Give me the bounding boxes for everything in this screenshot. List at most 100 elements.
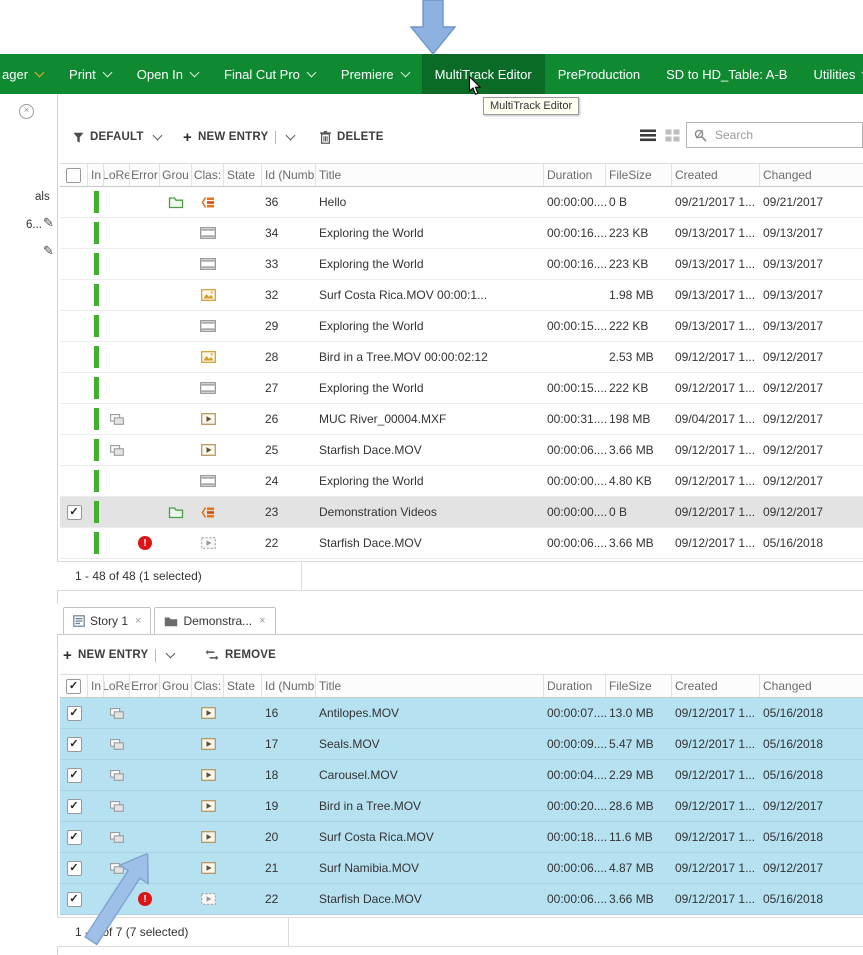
- table-row[interactable]: !22Starfish Dace.MOV00:00:06....3.66 MB0…: [60, 528, 863, 559]
- column-header-changed[interactable]: Changed: [760, 164, 863, 186]
- row-checkbox[interactable]: [60, 822, 88, 852]
- table-row[interactable]: 32Surf Costa Rica.MOV 00:00:1...1.98 MB0…: [60, 280, 863, 311]
- pen-icon[interactable]: ✎: [43, 243, 54, 259]
- row-checkbox[interactable]: [60, 249, 88, 279]
- menu-item-utilities[interactable]: Utilities: [800, 54, 863, 94]
- table-row[interactable]: 23Demonstration Videos00:00:00....0 B09/…: [60, 497, 863, 528]
- menu-item-multitrack-editor[interactable]: MultiTrack Editor: [422, 54, 545, 94]
- column-header-clas[interactable]: Clas:: [192, 675, 224, 697]
- checkbox-checked[interactable]: [67, 799, 82, 814]
- column-header-error[interactable]: Error: [130, 675, 160, 697]
- column-header-title[interactable]: Title: [316, 675, 544, 697]
- column-header-created[interactable]: Created: [672, 675, 760, 697]
- column-header-error[interactable]: Error: [130, 164, 160, 186]
- column-header-grou[interactable]: Grou: [160, 164, 192, 186]
- delete-button[interactable]: DELETE: [320, 124, 384, 150]
- select-all-checkbox[interactable]: [60, 164, 88, 186]
- column-header-created[interactable]: Created: [672, 164, 760, 186]
- list-view-button[interactable]: [640, 129, 656, 147]
- table-row[interactable]: !22Starfish Dace.MOV00:00:06....3.66 MB0…: [60, 884, 863, 915]
- row-checkbox[interactable]: [60, 497, 88, 527]
- column-header-filesize[interactable]: FileSize: [606, 164, 672, 186]
- close-icon[interactable]: ×: [259, 615, 265, 627]
- checkbox-checked[interactable]: [67, 505, 82, 520]
- menu-item-final-cut-pro[interactable]: Final Cut Pro: [211, 54, 328, 94]
- menu-item-open-in[interactable]: Open In: [124, 54, 211, 94]
- table-row[interactable]: 26MUC River_00004.MXF00:00:31....198 MB0…: [60, 404, 863, 435]
- row-checkbox[interactable]: [60, 218, 88, 248]
- pen-icon[interactable]: ✎: [43, 215, 54, 231]
- row-checkbox[interactable]: [60, 466, 88, 496]
- checkbox-checked[interactable]: [67, 768, 82, 783]
- column-header-duration[interactable]: Duration: [544, 164, 606, 186]
- table-row[interactable]: 29Exploring the World00:00:15....222 KB0…: [60, 311, 863, 342]
- column-header-changed[interactable]: Changed: [760, 675, 863, 697]
- row-checkbox[interactable]: [60, 187, 88, 217]
- row-checkbox[interactable]: [60, 404, 88, 434]
- row-checkbox[interactable]: [60, 853, 88, 883]
- table-row[interactable]: 28Bird in a Tree.MOV 00:00:02:122.53 MB0…: [60, 342, 863, 373]
- search-input[interactable]: [713, 127, 855, 143]
- column-header-in[interactable]: In: [88, 164, 104, 186]
- row-checkbox[interactable]: [60, 791, 88, 821]
- close-panel-icon[interactable]: ×: [19, 104, 34, 119]
- table-row[interactable]: 24Exploring the World00:00:00....4.80 KB…: [60, 466, 863, 497]
- column-header-title[interactable]: Title: [316, 164, 544, 186]
- table-row[interactable]: 16Antilopes.MOV00:00:07....13.0 MB09/12/…: [60, 698, 863, 729]
- menu-item-print[interactable]: Print: [56, 54, 124, 94]
- new-entry-button[interactable]: + NEW ENTRY: [183, 124, 294, 150]
- column-header-lore[interactable]: LoRe: [104, 164, 130, 186]
- column-header-duration[interactable]: Duration: [544, 675, 606, 697]
- table-row[interactable]: 20Surf Costa Rica.MOV00:00:18....11.6 MB…: [60, 822, 863, 853]
- column-header-state[interactable]: State: [224, 164, 262, 186]
- row-checkbox[interactable]: [60, 528, 88, 558]
- row-checkbox[interactable]: [60, 311, 88, 341]
- table-row[interactable]: 21Surf Namibia.MOV00:00:06....4.87 MB09/…: [60, 853, 863, 884]
- table-row[interactable]: 19Bird in a Tree.MOV00:00:20....28.6 MB0…: [60, 791, 863, 822]
- row-checkbox[interactable]: [60, 884, 88, 914]
- created-cell: 09/12/2017 1...: [672, 729, 760, 759]
- table-row[interactable]: 27Exploring the World00:00:15....222 KB0…: [60, 373, 863, 404]
- search-box[interactable]: [686, 122, 863, 148]
- column-header-grou[interactable]: Grou: [160, 675, 192, 697]
- title-cell: Starfish Dace.MOV: [316, 435, 544, 465]
- checkbox-checked[interactable]: [67, 892, 82, 907]
- column-header-lore[interactable]: LoRe: [104, 675, 130, 697]
- tab-story-1[interactable]: Story 1×: [63, 607, 151, 634]
- table-row[interactable]: 17Seals.MOV00:00:09....5.47 MB09/12/2017…: [60, 729, 863, 760]
- checkbox-checked[interactable]: [67, 830, 82, 845]
- table-row[interactable]: 33Exploring the World00:00:16....223 KB0…: [60, 249, 863, 280]
- checkbox-checked[interactable]: [67, 861, 82, 876]
- table-row[interactable]: 25Starfish Dace.MOV00:00:06....3.66 MB09…: [60, 435, 863, 466]
- table-row[interactable]: 18Carousel.MOV00:00:04....2.29 MB09/12/2…: [60, 760, 863, 791]
- row-checkbox[interactable]: [60, 760, 88, 790]
- table-row[interactable]: 36Hello00:00:00....0 B09/21/2017 1...09/…: [60, 187, 863, 218]
- tab-demonstra[interactable]: Demonstra...×: [154, 607, 275, 634]
- column-header-clas[interactable]: Clas:: [192, 164, 224, 186]
- remove-button[interactable]: REMOVE: [205, 642, 276, 668]
- row-checkbox[interactable]: [60, 435, 88, 465]
- checkbox-checked[interactable]: [67, 706, 82, 721]
- close-icon[interactable]: ×: [135, 615, 141, 627]
- in-bar: [94, 470, 99, 492]
- menu-item-sd-to-hd-table-a-b[interactable]: SD to HD_Table: A-B: [653, 54, 800, 94]
- table-row[interactable]: 34Exploring the World00:00:16....223 KB0…: [60, 218, 863, 249]
- menu-item-preproduction[interactable]: PreProduction: [545, 54, 653, 94]
- filter-default-button[interactable]: DEFAULT: [73, 124, 161, 150]
- column-header-state[interactable]: State: [224, 675, 262, 697]
- column-header-id-numb[interactable]: Id (Numb: [262, 164, 316, 186]
- row-checkbox[interactable]: [60, 373, 88, 403]
- lower-new-entry-button[interactable]: + NEW ENTRY: [63, 642, 174, 668]
- row-checkbox[interactable]: [60, 698, 88, 728]
- column-header-id-numb[interactable]: Id (Numb: [262, 675, 316, 697]
- column-header-filesize[interactable]: FileSize: [606, 675, 672, 697]
- select-all-checkbox[interactable]: [60, 675, 88, 697]
- menu-item-ager[interactable]: ager: [0, 54, 56, 94]
- column-header-in[interactable]: In: [88, 675, 104, 697]
- row-checkbox[interactable]: [60, 280, 88, 310]
- checkbox-checked[interactable]: [67, 737, 82, 752]
- row-checkbox[interactable]: [60, 729, 88, 759]
- row-checkbox[interactable]: [60, 342, 88, 372]
- menu-item-premiere[interactable]: Premiere: [328, 54, 422, 94]
- grid-view-button[interactable]: [665, 129, 680, 147]
